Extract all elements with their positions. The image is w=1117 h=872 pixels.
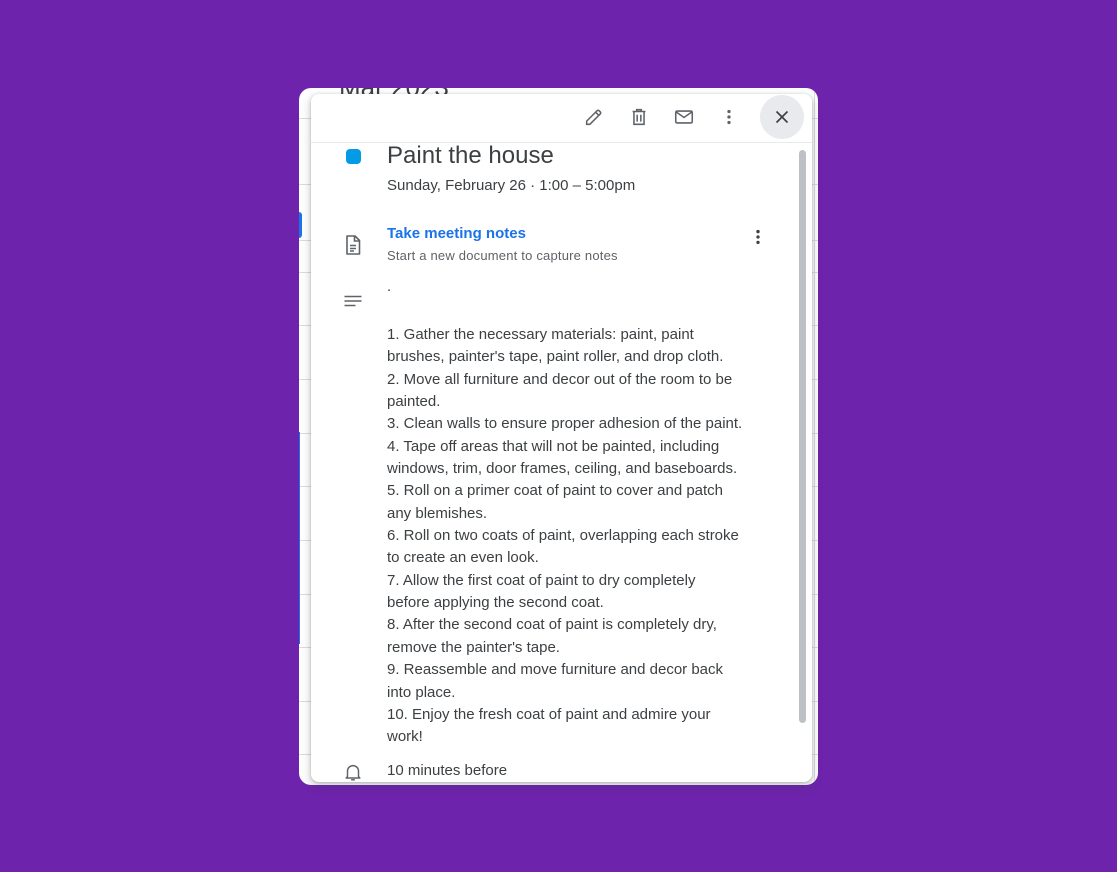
event-datetime: Sunday, February 26 · 1:00 – 5:00pm bbox=[387, 177, 636, 194]
reminder-text: 10 minutes before bbox=[387, 762, 508, 779]
description-line: 3. Clean walls to ensure proper adhesion… bbox=[387, 415, 743, 433]
notifications-icon bbox=[345, 764, 361, 781]
edit-event-button[interactable] bbox=[572, 95, 616, 139]
edit-icon bbox=[585, 109, 602, 126]
description-line: work! bbox=[387, 728, 423, 746]
description-line: 8. After the second coat of paint is com… bbox=[387, 616, 717, 634]
delete-icon bbox=[632, 108, 646, 126]
description-line: any blemishes. bbox=[387, 504, 488, 522]
description-line: into place. bbox=[387, 683, 456, 701]
description-line: to create an even look. bbox=[387, 549, 539, 567]
event-description: . 1. Gather the necessary materials: pai… bbox=[387, 278, 779, 749]
description-icon bbox=[344, 295, 362, 307]
more-options-button[interactable] bbox=[707, 95, 751, 139]
description-line: before applying the second coat. bbox=[387, 594, 604, 612]
take-meeting-notes-link[interactable]: Take meeting notes bbox=[387, 225, 526, 242]
email-icon bbox=[674, 110, 694, 124]
description-line: 10. Enjoy the fresh coat of paint and ad… bbox=[387, 705, 711, 723]
description-line: windows, trim, door frames, ceiling, and… bbox=[387, 460, 738, 478]
description-first-line: . bbox=[387, 278, 392, 295]
more-vert-icon bbox=[727, 109, 731, 125]
popup-toolbar bbox=[311, 94, 812, 143]
calendar-event-chip[interactable] bbox=[299, 432, 300, 644]
description-line: 1. Gather the necessary materials: paint… bbox=[387, 326, 694, 343]
email-guests-button[interactable] bbox=[662, 95, 706, 139]
description-line: 2. Move all furniture and decor out of t… bbox=[387, 370, 733, 388]
event-title: Paint the house bbox=[387, 142, 554, 169]
delete-event-button[interactable] bbox=[617, 95, 661, 139]
description-line: brushes, painter's tape, paint roller, a… bbox=[387, 348, 724, 366]
scrollbar-thumb[interactable] bbox=[799, 150, 806, 723]
description-line: 9. Reassemble and move furniture and dec… bbox=[387, 661, 724, 679]
description-line: 6. Roll on two coats of paint, overlappi… bbox=[387, 527, 739, 545]
description-line: remove the painter's tape. bbox=[387, 638, 560, 656]
more-vert-icon bbox=[756, 229, 760, 245]
description-line: 4. Tape off areas that will not be paint… bbox=[387, 437, 720, 455]
event-color-swatch bbox=[346, 149, 361, 164]
description-line: 5. Roll on a primer coat of paint to cov… bbox=[387, 482, 724, 500]
description-line: 7. Allow the first coat of paint to dry … bbox=[387, 571, 696, 589]
calendar-gridline bbox=[814, 88, 815, 785]
notes-more-button[interactable] bbox=[745, 224, 771, 250]
event-detail-popup: Paint the house Sunday, February 26 · 1:… bbox=[311, 94, 812, 782]
document-icon bbox=[346, 235, 361, 255]
close-icon bbox=[775, 110, 789, 124]
meeting-notes-subtitle: Start a new document to capture notes bbox=[387, 248, 618, 263]
calendar-event-chip[interactable] bbox=[299, 212, 302, 238]
description-line: painted. bbox=[387, 393, 441, 411]
description-blank-line bbox=[387, 302, 779, 324]
close-button[interactable] bbox=[760, 95, 804, 139]
